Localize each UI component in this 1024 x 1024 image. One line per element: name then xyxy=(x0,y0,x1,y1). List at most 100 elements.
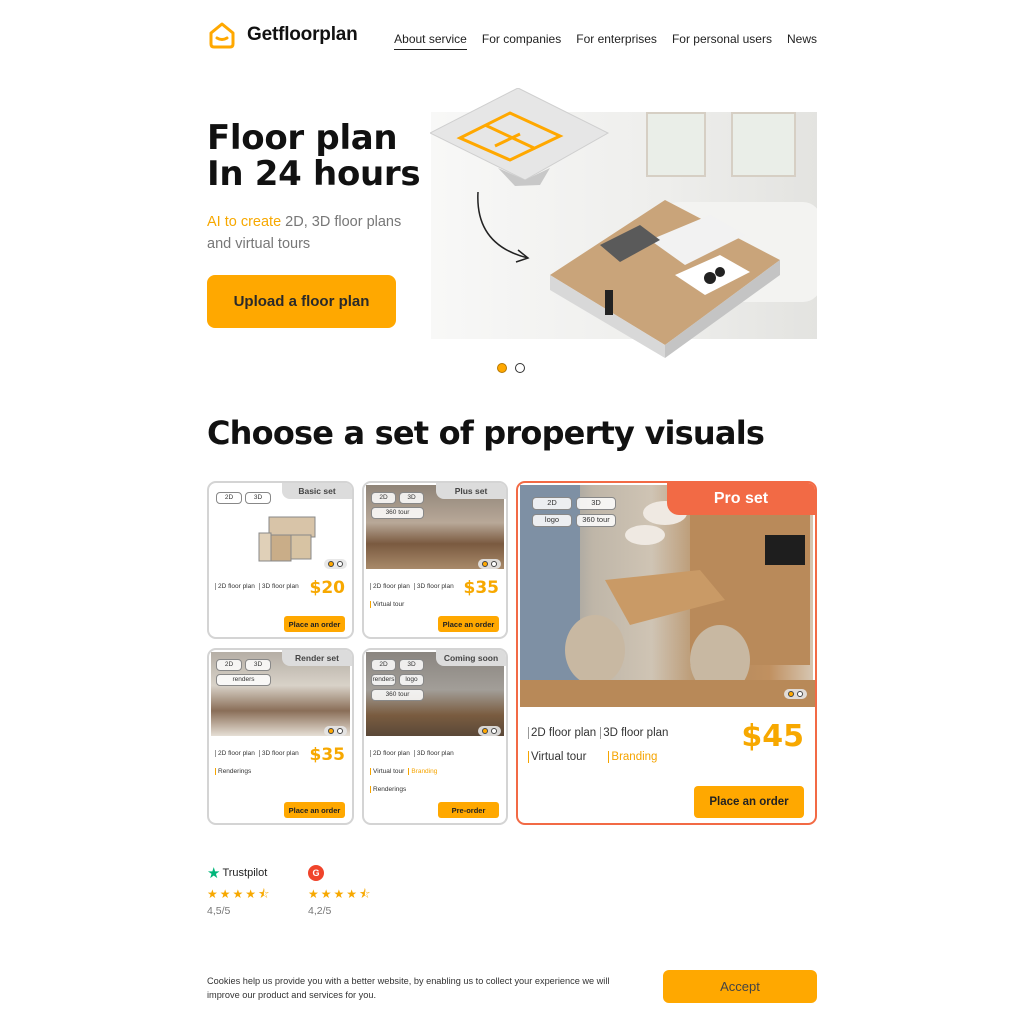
chip: 2D xyxy=(216,659,242,671)
features-row: 2D floor plan 3D floor plan xyxy=(370,750,458,757)
logo[interactable]: Getfloorplan xyxy=(207,18,358,52)
2d-plan-paper-illustration xyxy=(430,88,610,186)
nav-for-personal-users[interactable]: For personal users xyxy=(672,32,772,50)
feature: 3D floor plan xyxy=(413,750,454,757)
main-nav: About service For companies For enterpri… xyxy=(394,32,817,50)
format-chips: 2D 3D 360 tour xyxy=(371,492,431,519)
slide-dot-2[interactable] xyxy=(515,363,525,373)
trustpilot-star-icon: ★ xyxy=(207,865,221,882)
g2-logo-icon: G xyxy=(308,865,324,881)
hero-title-line1: Floor plan xyxy=(207,118,398,158)
image-slider-dots xyxy=(478,559,501,569)
set-tag: Render set xyxy=(282,650,352,666)
star-icon: ★ xyxy=(207,887,218,901)
plus-set-card[interactable]: Plus set 2D 3D 360 tour 2D floor plan 3D … xyxy=(362,481,508,639)
chip: 3D xyxy=(245,492,271,504)
image-dot[interactable] xyxy=(337,728,343,734)
feature: 3D floor plan xyxy=(600,727,669,739)
image-dot[interactable] xyxy=(491,728,497,734)
pro-set-card[interactable]: Pro set 2D 3D logo 360 tour 2D floor pla… xyxy=(516,481,817,825)
hero-title: Floor plan In 24 hours xyxy=(207,118,421,192)
half-star-icon: ⯪ xyxy=(258,887,270,901)
slide-dot-1[interactable] xyxy=(497,363,507,373)
image-dot[interactable] xyxy=(337,561,343,567)
hero-subtitle-accent: AI to create xyxy=(207,214,282,230)
wall-art-frame xyxy=(646,112,706,177)
chip: renders xyxy=(371,674,396,686)
accept-cookies-button[interactable]: Accept xyxy=(663,970,817,1003)
3d-floor-plan-illustration xyxy=(550,200,780,358)
basic-set-card[interactable]: Basic set 2D 3D 2D floor plan 3D floor pl… xyxy=(207,481,354,639)
place-order-button[interactable]: Place an order xyxy=(284,616,345,632)
nav-about-service[interactable]: About service xyxy=(394,32,467,50)
feature: Virtual tour xyxy=(370,768,405,775)
image-dot[interactable] xyxy=(328,561,334,567)
chip: 360 tour xyxy=(576,514,616,527)
features-row: Renderings xyxy=(370,786,410,793)
chip: 360 tour xyxy=(371,507,424,519)
place-order-button[interactable]: Place an order xyxy=(284,802,345,818)
render-set-card[interactable]: Render set 2D 3D renders 2D floor plan 3D… xyxy=(207,648,354,825)
price: $20 xyxy=(309,578,346,598)
star-icon: ★ xyxy=(320,887,332,901)
feature-branding: Branding xyxy=(608,751,658,763)
nav-for-companies[interactable]: For companies xyxy=(482,32,561,50)
trustpilot-logo: ★ Trustpilot xyxy=(207,865,269,882)
feature: Renderings xyxy=(370,786,407,793)
brand-name: Getfloorplan xyxy=(247,24,358,45)
image-dot[interactable] xyxy=(788,691,794,697)
image-slider-dots xyxy=(324,559,347,569)
star-icon: ★ xyxy=(346,887,358,901)
features-row: Renderings xyxy=(215,768,255,775)
place-order-button[interactable]: Place an order xyxy=(438,616,499,632)
features-row: 2D floor plan 3D floor plan xyxy=(528,727,672,739)
trustpilot-name: Trustpilot xyxy=(222,867,268,879)
star-icon: ★ xyxy=(245,887,257,901)
format-chips: 2D 3D renders xyxy=(216,659,276,686)
feature: 2D floor plan xyxy=(370,750,410,757)
features-row: Virtual tour Branding xyxy=(370,768,441,775)
chip: 3D xyxy=(576,497,616,510)
rating-score: 4,5/5 xyxy=(207,905,231,917)
image-dot[interactable] xyxy=(797,691,803,697)
place-order-button[interactable]: Place an order xyxy=(694,786,804,818)
image-slider-dots xyxy=(478,726,501,736)
feature: Virtual tour xyxy=(370,601,405,608)
features-row: 2D floor plan 3D floor plan xyxy=(215,750,303,757)
house-logo-icon xyxy=(209,22,235,49)
coming-soon-set-card[interactable]: Coming soon 2D 3D renders logo 360 tour … xyxy=(362,648,508,825)
chip: 3D xyxy=(399,492,424,504)
upload-floor-plan-button[interactable]: Upload a floor plan xyxy=(207,275,396,328)
feature: 2D floor plan xyxy=(215,750,255,757)
nav-news[interactable]: News xyxy=(787,32,817,50)
image-dot[interactable] xyxy=(482,561,488,567)
feature: Renderings xyxy=(215,768,252,775)
chip: 2D xyxy=(216,492,242,504)
feature: Virtual tour xyxy=(528,751,587,763)
nav-for-enterprises[interactable]: For enterprises xyxy=(576,32,657,50)
floor-plan-thumbnail xyxy=(258,516,316,562)
feature: 2D floor plan xyxy=(528,727,597,739)
chip: logo xyxy=(399,674,424,686)
feature: 3D floor plan xyxy=(258,750,299,757)
pre-order-button[interactable]: Pre-order xyxy=(438,802,499,818)
image-dot[interactable] xyxy=(482,728,488,734)
star-icon: ★ xyxy=(308,887,319,901)
image-slider-dots xyxy=(784,689,807,699)
features-row: Virtual tour Branding xyxy=(528,751,661,763)
price: $35 xyxy=(309,745,346,765)
chip: 2D xyxy=(532,497,572,510)
chip: logo xyxy=(532,514,572,527)
set-tag: Coming soon xyxy=(436,650,506,666)
chip: renders xyxy=(216,674,271,686)
trustpilot-rating[interactable]: ★ Trustpilot ★ ★ ★ ★ ⯪ 4,5/5 xyxy=(207,865,269,917)
star-icon: ★ xyxy=(333,887,345,901)
features-row: 2D floor plan 3D floor plan xyxy=(215,583,303,590)
image-dot[interactable] xyxy=(491,561,497,567)
price: $45 xyxy=(741,719,804,754)
feature: 3D floor plan xyxy=(413,583,454,590)
g2-rating[interactable]: G ★ ★ ★ ★ ⯪ 4,2/5 xyxy=(308,865,370,917)
image-dot[interactable] xyxy=(328,728,334,734)
features-row: 2D floor plan 3D floor plan xyxy=(370,583,458,590)
star-rating: ★ ★ ★ ★ ⯪ xyxy=(308,888,370,900)
